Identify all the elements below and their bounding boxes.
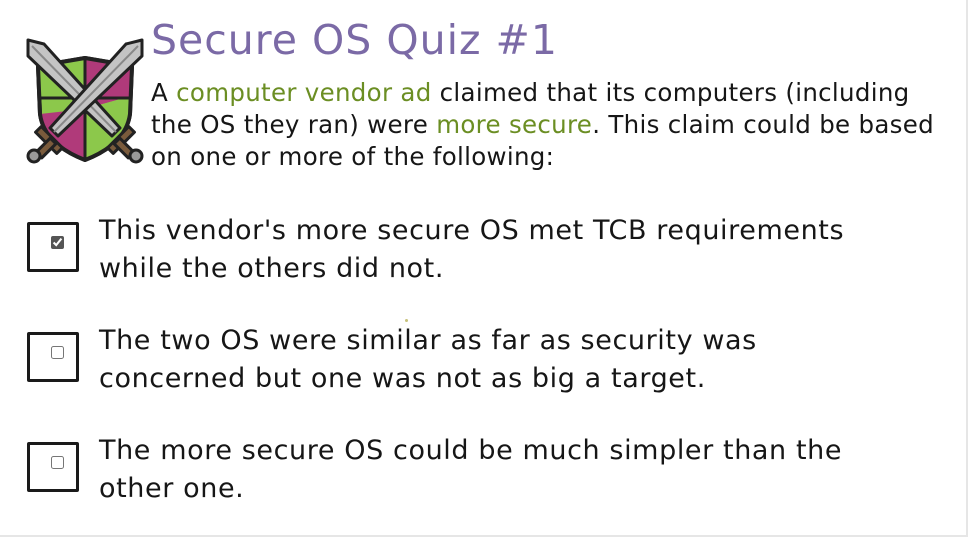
option-3-checkbox[interactable] <box>51 456 64 469</box>
option-3-answer-box[interactable] <box>27 442 79 492</box>
option-2-checkbox[interactable] <box>51 346 64 359</box>
option-1-checkbox[interactable] <box>51 236 64 249</box>
prompt-text-1: A <box>151 78 177 107</box>
option-3-label: The more secure OS could be much simpler… <box>99 435 843 504</box>
option-1-answer-box[interactable] <box>27 222 79 272</box>
shield-crossed-swords-icon <box>26 38 144 164</box>
quiz-option-2[interactable]: The two OS were similar as far as securi… <box>27 325 927 410</box>
prompt-highlight-more-secure: more secure <box>436 110 593 139</box>
prompt-highlight-computer-vendor-ad: computer vendor ad <box>176 78 432 107</box>
option-1-label: This vendor's more secure OS met TCB req… <box>99 215 845 284</box>
quiz-option-3[interactable]: The more secure OS could be much simpler… <box>27 435 927 520</box>
option-2-answer-box[interactable] <box>27 332 79 382</box>
quiz-option-1[interactable]: This vendor's more secure OS met TCB req… <box>27 215 927 300</box>
quiz-prompt: A computer vendor ad claimed that its co… <box>151 77 951 173</box>
option-2-label: The two OS were similar as far as securi… <box>99 325 757 394</box>
quiz-title: Secure OS Quiz #1 <box>151 16 558 64</box>
